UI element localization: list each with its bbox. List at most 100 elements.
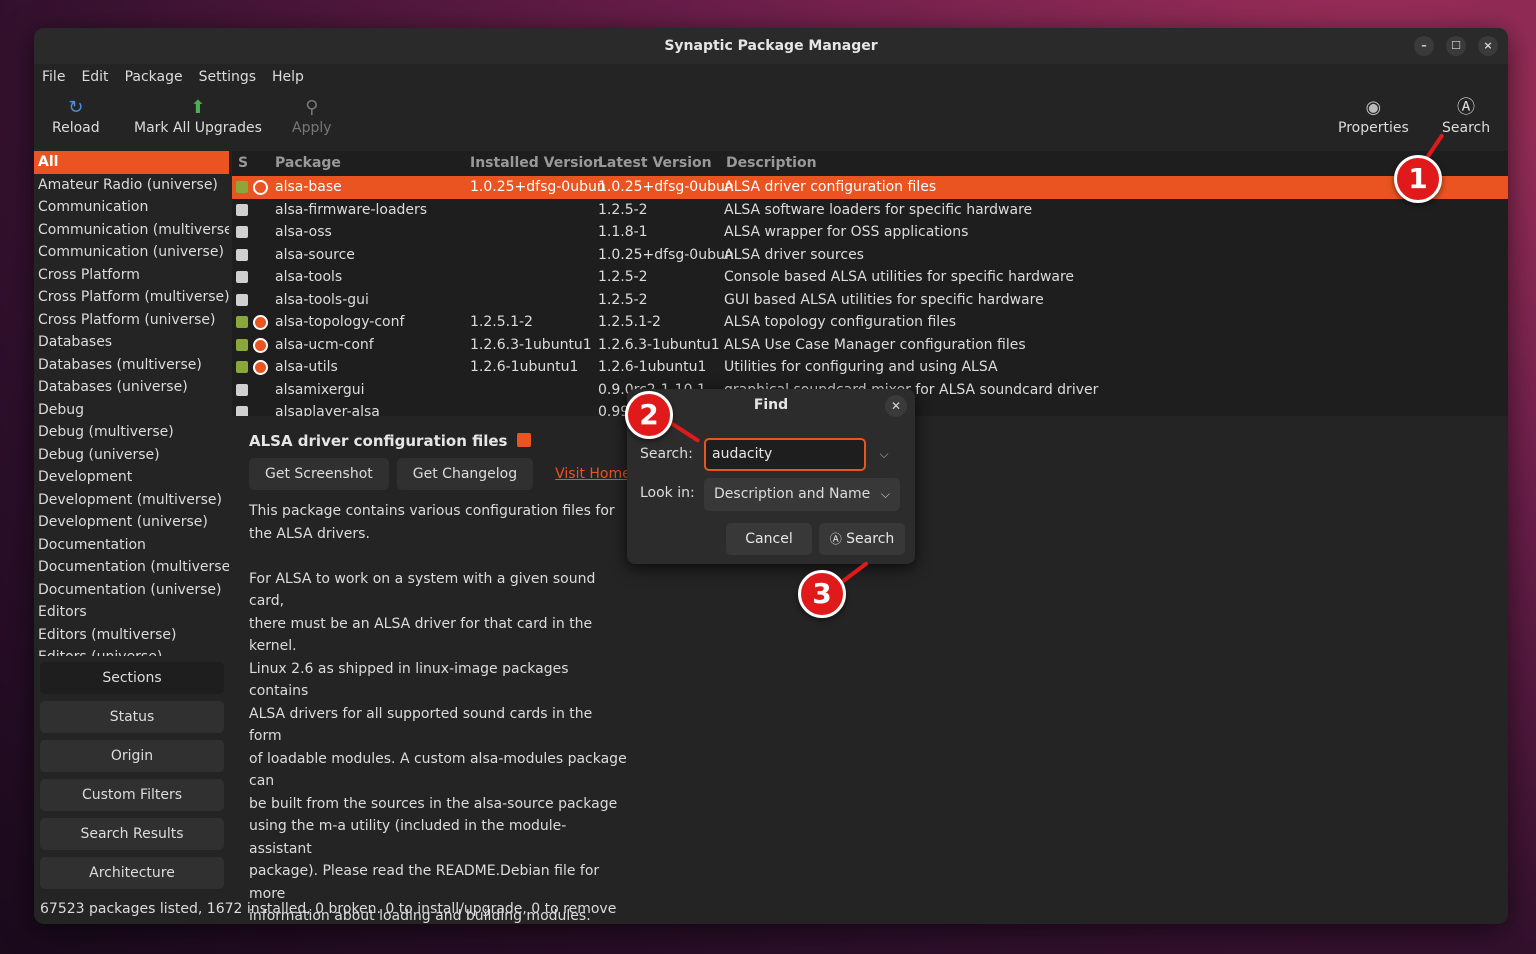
apply-button[interactable]: ⚲ Apply [292, 96, 332, 136]
filter-button[interactable]: Search Results [40, 818, 224, 850]
status-checkbox[interactable] [236, 338, 248, 351]
col-package[interactable]: Package [275, 151, 341, 176]
package-desc: ALSA Use Case Manager configuration file… [724, 336, 1026, 353]
search-input[interactable]: audacity [704, 438, 866, 471]
sidebar-item[interactable]: Documentation (universe) [34, 579, 229, 602]
status-checkbox[interactable] [236, 293, 248, 306]
filter-button[interactable]: Custom Filters [40, 779, 224, 811]
menu-file[interactable]: File [42, 69, 65, 85]
status-checkbox[interactable] [236, 203, 248, 216]
col-latest[interactable]: Latest Version [598, 151, 712, 176]
table-row[interactable]: alsa-base 1.0.25+dfsg-0ubun 1.0.25+dfsg-0u… [232, 176, 1508, 199]
sidebar-item[interactable]: Communication (multiverse) [34, 219, 229, 242]
package-name: alsa-tools [275, 269, 343, 285]
sidebar-item[interactable]: Editors (universe) [34, 646, 229, 656]
sidebar-item[interactable]: Cross Platform (universe) [34, 309, 229, 332]
table-row[interactable]: alsa-utils 1.2.6-1ubuntu1 1.2.6-1ubuntu1 Ut… [232, 356, 1508, 379]
package-name: alsa-ucm-conf [275, 336, 374, 353]
sidebar-item[interactable]: Documentation [34, 534, 229, 557]
package-name: alsaplayer-alsa [275, 404, 380, 416]
filter-button[interactable]: Architecture [40, 857, 224, 889]
chevron-down-icon[interactable]: ⌵ [869, 438, 899, 471]
status-checkbox[interactable] [236, 361, 248, 373]
sidebar-item[interactable]: Databases (multiverse) [34, 354, 229, 377]
sidebar-item[interactable]: Debug (multiverse) [34, 421, 229, 444]
latest-version: 1.2.5-2 [598, 269, 648, 285]
status-bar: 67523 packages listed, 1672 installed, 0… [40, 901, 617, 917]
latest-version: 1.2.5.1-2 [598, 314, 661, 330]
table-row[interactable]: alsa-tools-gui 1.2.5-2 GUI based ALSA util… [232, 289, 1508, 312]
status-checkbox[interactable] [236, 406, 248, 416]
sidebar-item[interactable]: Debug (universe) [34, 444, 229, 467]
table-row[interactable]: alsa-oss 1.1.8-1 ALSA wrapper for OSS appl… [232, 221, 1508, 244]
mark-all-upgrades-button[interactable]: ⬆ Mark All Upgrades [134, 96, 262, 136]
col-description[interactable]: Description [726, 151, 817, 176]
ubuntu-icon [516, 433, 531, 447]
reload-button[interactable]: ↻ Reload [52, 96, 100, 136]
col-installed[interactable]: Installed Version [470, 151, 603, 176]
apply-icon: ⚲ [305, 97, 319, 118]
table-row[interactable]: alsa-topology-conf 1.2.5.1-2 1.2.5.1-2 ALSA… [232, 311, 1508, 334]
get-changelog-button[interactable]: Get Changelog [396, 458, 534, 490]
close-icon[interactable]: ✕ [885, 395, 907, 417]
sidebar-item[interactable]: Development (universe) [34, 511, 229, 534]
search-button[interactable]: Ⓐ Search [1442, 96, 1490, 136]
details-title: ALSA driver configuration files [249, 432, 531, 450]
close-button[interactable]: × [1478, 36, 1498, 56]
status-checkbox[interactable] [236, 248, 248, 261]
sidebar-item[interactable]: Amateur Radio (universe) [34, 174, 229, 197]
sidebar-item[interactable]: Editors [34, 601, 229, 624]
status-checkbox[interactable] [236, 316, 248, 328]
package-name: alsa-topology-conf [275, 314, 405, 330]
properties-button[interactable]: ◉ Properties [1338, 96, 1409, 136]
installed-version: 1.2.5.1-2 [470, 314, 533, 330]
filter-button[interactable]: Origin [40, 740, 224, 772]
latest-version: 1.2.5-2 [598, 291, 648, 308]
sidebar-item[interactable]: Documentation (multiverse) [34, 556, 229, 579]
status-checkbox[interactable] [236, 383, 248, 396]
maximize-button[interactable]: ☐ [1446, 36, 1466, 56]
sidebar-item[interactable]: Communication [34, 196, 229, 219]
package-desc: ALSA topology configuration files [724, 314, 957, 330]
package-description: This package contains various configurat… [249, 503, 627, 924]
table-row[interactable]: alsa-ucm-conf 1.2.6.3-1ubuntu1 1.2.6.3-1ub… [232, 334, 1508, 357]
title-bar: Synaptic Package Manager – ☐ × [34, 28, 1508, 64]
sidebar-item[interactable]: Databases (universe) [34, 376, 229, 399]
sidebar-item[interactable]: Databases [34, 331, 229, 354]
chevron-down-icon: ⌵ [880, 487, 890, 501]
sidebar-item[interactable]: Editors (multiverse) [34, 624, 229, 647]
status-checkbox[interactable] [236, 181, 248, 193]
menu-help[interactable]: Help [272, 69, 304, 85]
status-checkbox[interactable] [236, 271, 248, 283]
sidebar-item[interactable]: Debug [34, 399, 229, 422]
cancel-button[interactable]: Cancel [726, 523, 812, 555]
installed-version: 1.2.6-1ubuntu1 [470, 359, 579, 375]
callout-2: 2 [625, 391, 673, 439]
menu-edit[interactable]: Edit [81, 69, 108, 85]
sidebar-item[interactable]: All [34, 151, 229, 174]
menu-package[interactable]: Package [125, 69, 183, 85]
table-row[interactable]: alsa-firmware-loaders 1.2.5-2 ALSA softwar… [232, 199, 1508, 222]
sidebar-item[interactable]: Cross Platform (multiverse) [34, 286, 229, 309]
sidebar-item[interactable]: Development (multiverse) [34, 489, 229, 512]
package-desc: Console based ALSA utilities for specifi… [724, 269, 1075, 285]
package-name: alsa-tools-gui [275, 291, 369, 308]
search-icon: Ⓐ [829, 532, 842, 546]
filter-button[interactable]: Sections [40, 662, 224, 694]
sidebar-item[interactable]: Cross Platform [34, 264, 229, 287]
filter-button[interactable]: Status [40, 701, 224, 733]
get-screenshot-button[interactable]: Get Screenshot [249, 458, 389, 490]
package-name: alsa-oss [275, 224, 332, 240]
find-search-button[interactable]: Ⓐ Search [819, 523, 905, 555]
package-desc: ALSA driver configuration files [724, 179, 937, 195]
status-checkbox[interactable] [236, 226, 248, 238]
sidebar-item[interactable]: Development [34, 466, 229, 489]
table-row[interactable]: alsa-tools 1.2.5-2 Console based ALSA util… [232, 266, 1508, 289]
lookin-select[interactable]: Description and Name ⌵ [704, 478, 900, 511]
menu-settings[interactable]: Settings [199, 69, 256, 85]
col-status[interactable]: S [238, 151, 248, 176]
sidebar-item[interactable]: Communication (universe) [34, 241, 229, 264]
minimize-button[interactable]: – [1414, 36, 1434, 56]
lookin-value: Description and Name [714, 486, 871, 502]
table-row[interactable]: alsa-source 1.0.25+dfsg-0ubun ALSA driver … [232, 244, 1508, 267]
